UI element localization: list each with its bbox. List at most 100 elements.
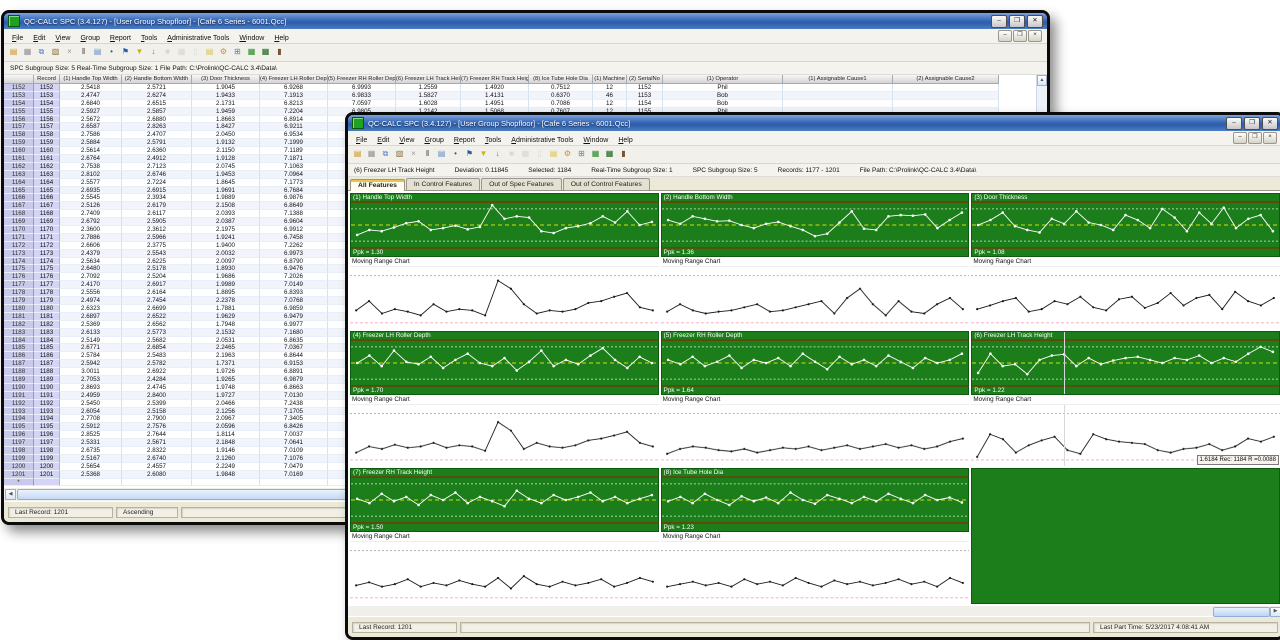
- column-header[interactable]: (7) Freezer RH Track Height: [461, 75, 529, 84]
- chart-cell-1[interactable]: (1) Handle Top WidthPpk = 1.30Moving Ran…: [350, 193, 659, 329]
- chart-cell-3[interactable]: (3) Door ThicknessPpk = 1.08Moving Range…: [971, 193, 1280, 329]
- goto-flag-icon[interactable]: ⚑: [119, 46, 132, 59]
- mdi-restore-button[interactable]: ❒: [1013, 30, 1027, 42]
- menu-administrative-tools[interactable]: Administrative Tools: [506, 137, 578, 144]
- column-header[interactable]: (1) Machine: [593, 75, 627, 84]
- control-chart[interactable]: (2) Handle Bottom WidthPpk = 1.36: [661, 193, 970, 257]
- menu-group[interactable]: Group: [75, 35, 104, 42]
- menu-tools[interactable]: Tools: [480, 137, 506, 144]
- wrench-icon[interactable]: ⚙: [217, 46, 230, 59]
- moving-range-chart[interactable]: [350, 266, 659, 329]
- spc-chart-icon[interactable]: ▦: [589, 148, 602, 161]
- mdi-restore-button[interactable]: ❒: [1248, 132, 1262, 144]
- monitor-icon[interactable]: ▦: [259, 46, 272, 59]
- table-row[interactable]: 115311532.47472.62741.94337.19136.98331.…: [4, 92, 1047, 100]
- notes-icon[interactable]: ▤: [547, 148, 560, 161]
- pause-icon[interactable]: ‖: [77, 46, 90, 59]
- chart-cell-5[interactable]: (5) Freezer RH Roller DepthPpk = 1.64Mov…: [661, 331, 970, 467]
- chart-cell-2[interactable]: (2) Handle Bottom WidthPpk = 1.36Moving …: [661, 193, 970, 329]
- scroll-right-icon[interactable]: ▶: [1270, 607, 1280, 617]
- mdi-minimize-button[interactable]: –: [1233, 132, 1247, 144]
- column-header[interactable]: (3) Door Thickness: [192, 75, 260, 84]
- chart-cell-4[interactable]: (4) Freezer LH Roller DepthPpk = 1.70Mov…: [350, 331, 659, 467]
- moving-range-chart[interactable]: [661, 541, 970, 604]
- column-header[interactable]: (1) Operator: [663, 75, 783, 84]
- minimize-button[interactable]: –: [991, 15, 1007, 28]
- copy-icon[interactable]: ⧉: [35, 46, 48, 59]
- menu-tools[interactable]: Tools: [136, 35, 162, 42]
- menu-file[interactable]: File: [351, 137, 372, 144]
- maximize-button[interactable]: ❒: [1244, 117, 1260, 130]
- monitor-icon[interactable]: ▦: [603, 148, 616, 161]
- tab-all-features[interactable]: All Features: [350, 179, 405, 191]
- open-file-icon[interactable]: ▤: [7, 46, 20, 59]
- exit-door-icon[interactable]: ▮: [617, 148, 630, 161]
- filter-icon[interactable]: ▼: [133, 46, 146, 59]
- datasheet-icon[interactable]: ⊞: [575, 148, 588, 161]
- column-header[interactable]: (4) Freezer LH Roller Depth: [260, 75, 328, 84]
- table-row[interactable]: 115211522.54182.57211.90456.92686.99931.…: [4, 84, 1047, 92]
- close-button[interactable]: ✕: [1027, 15, 1043, 28]
- control-chart[interactable]: (3) Door ThicknessPpk = 1.08: [971, 193, 1280, 257]
- pause-icon[interactable]: ‖: [421, 148, 434, 161]
- pin-icon[interactable]: •: [449, 148, 462, 161]
- tab-out-of-control-features[interactable]: Out of Control Features: [563, 178, 650, 190]
- delete-record-icon[interactable]: ▦: [21, 46, 34, 59]
- scroll-up-icon[interactable]: ▲: [1037, 75, 1047, 86]
- record-cursor-line[interactable]: [1064, 405, 1065, 467]
- moving-range-chart[interactable]: [661, 404, 970, 467]
- control-chart[interactable]: (4) Freezer LH Roller DepthPpk = 1.70: [350, 331, 659, 395]
- mdi-minimize-button[interactable]: –: [998, 30, 1012, 42]
- menu-help[interactable]: Help: [269, 35, 293, 42]
- menu-report[interactable]: Report: [449, 137, 480, 144]
- column-header[interactable]: [4, 75, 34, 84]
- report-page-icon[interactable]: ▤: [91, 46, 104, 59]
- column-header[interactable]: (6) Freezer LH Track Height: [396, 75, 461, 84]
- menu-help[interactable]: Help: [613, 137, 637, 144]
- menu-window[interactable]: Window: [234, 35, 269, 42]
- column-header[interactable]: Record: [34, 75, 60, 84]
- spc-chart-icon[interactable]: ▦: [245, 46, 258, 59]
- moving-range-chart[interactable]: [350, 404, 659, 467]
- menu-edit[interactable]: Edit: [372, 137, 394, 144]
- menu-window[interactable]: Window: [578, 137, 613, 144]
- control-chart[interactable]: (8) Ice Tube Hole DiaPpk = 1.23: [661, 468, 970, 532]
- column-header[interactable]: (1) Handle Top Width: [60, 75, 122, 84]
- menu-view[interactable]: View: [50, 35, 75, 42]
- hscroll-thumb[interactable]: [1213, 607, 1270, 617]
- delete-record-icon[interactable]: ▦: [365, 148, 378, 161]
- record-cursor-line[interactable]: [1064, 332, 1065, 394]
- mdi-close-button[interactable]: ×: [1263, 132, 1277, 144]
- control-chart[interactable]: (7) Freezer RH Track HeightPpk = 1.50: [350, 468, 659, 532]
- column-header[interactable]: (2) SerialNo: [627, 75, 663, 84]
- moving-range-chart[interactable]: [661, 266, 970, 329]
- menu-group[interactable]: Group: [419, 137, 448, 144]
- minimize-button[interactable]: –: [1226, 117, 1242, 130]
- maximize-button[interactable]: ❒: [1009, 15, 1025, 28]
- moving-range-chart[interactable]: [971, 266, 1280, 329]
- column-header[interactable]: (1) Assignable Cause1: [783, 75, 893, 84]
- moving-range-chart[interactable]: 1.6184 Rec: 1184 R =0.0088: [971, 404, 1280, 467]
- control-chart[interactable]: (1) Handle Top WidthPpk = 1.30: [350, 193, 659, 257]
- menu-file[interactable]: File: [7, 35, 28, 42]
- datasheet-icon[interactable]: ⊞: [231, 46, 244, 59]
- mdi-close-button[interactable]: ×: [1028, 30, 1042, 42]
- column-header[interactable]: (2) Handle Bottom Width: [122, 75, 192, 84]
- delete-x-icon[interactable]: ×: [63, 46, 76, 59]
- paste-icon[interactable]: ▧: [393, 148, 406, 161]
- notes-icon[interactable]: ▤: [203, 46, 216, 59]
- pin-icon[interactable]: •: [105, 46, 118, 59]
- insert-arrow-icon[interactable]: ↓: [147, 46, 160, 59]
- paste-icon[interactable]: ▧: [49, 46, 62, 59]
- tab-in-control-features[interactable]: In Control Features: [406, 178, 480, 190]
- chart-horizontal-scrollbar[interactable]: ▶: [348, 606, 1280, 616]
- column-header[interactable]: (8) Ice Tube Hole Dia: [529, 75, 593, 84]
- menu-report[interactable]: Report: [105, 35, 136, 42]
- close-button[interactable]: ✕: [1262, 117, 1278, 130]
- chart-cell-8[interactable]: (8) Ice Tube Hole DiaPpk = 1.23Moving Ra…: [661, 468, 970, 604]
- wrench-icon[interactable]: ⚙: [561, 148, 574, 161]
- goto-flag-icon[interactable]: ⚑: [463, 148, 476, 161]
- chart-cell-6[interactable]: (6) Freezer LH Track HeightPpk = 1.22Mov…: [971, 331, 1280, 467]
- filter-icon[interactable]: ▼: [477, 148, 490, 161]
- menu-edit[interactable]: Edit: [28, 35, 50, 42]
